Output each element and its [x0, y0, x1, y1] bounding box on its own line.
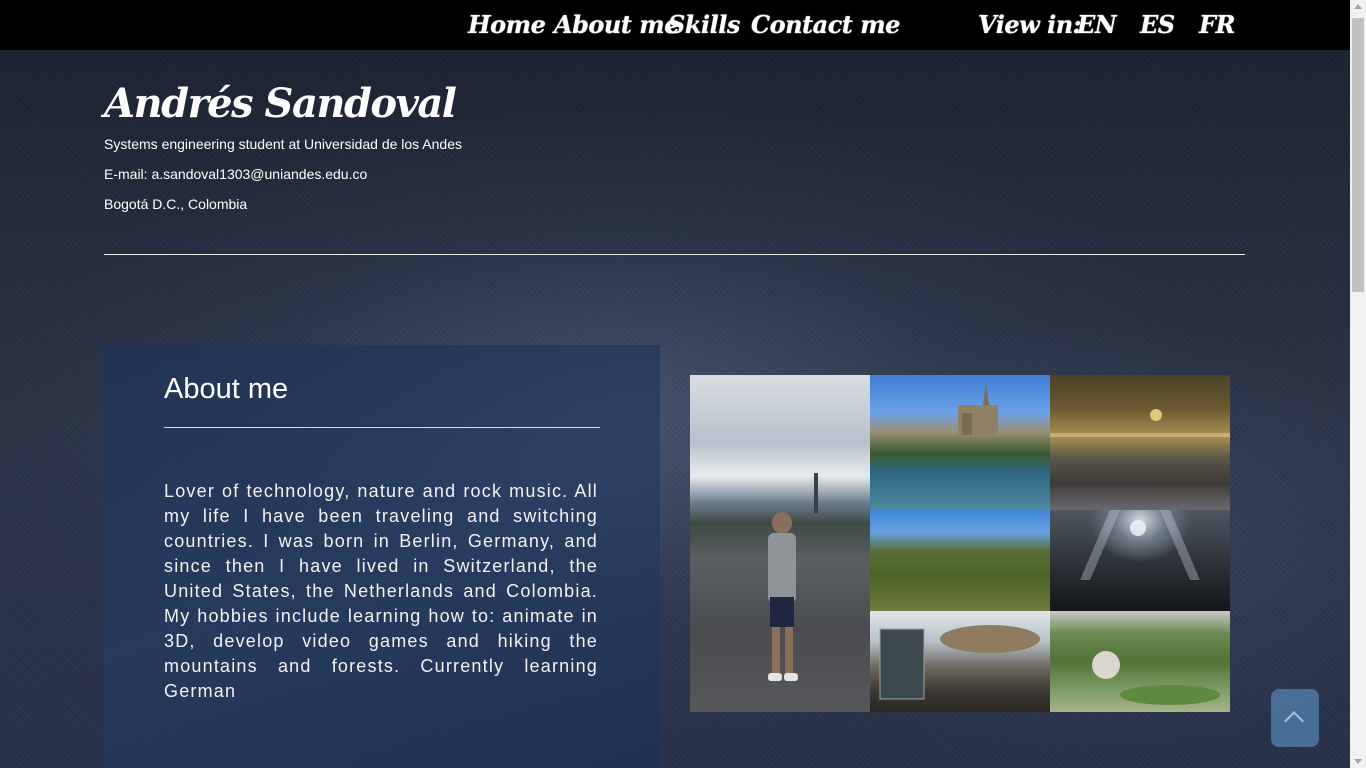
about-title: About me	[164, 373, 289, 405]
photo-river-cathedral	[870, 375, 1050, 510]
stage-lights	[1080, 510, 1200, 580]
photo-concert	[1050, 510, 1230, 611]
about-section: About me Lover of technology, nature and…	[104, 345, 660, 768]
back-to-top-button[interactable]	[1271, 689, 1319, 747]
page-scrollbar[interactable]	[1350, 0, 1366, 768]
nav-link-about[interactable]: About me	[554, 8, 679, 42]
profile-email: E-mail: a.sandoval1303@uniandes.edu.co	[104, 166, 368, 182]
profile-name: Andrés Sandoval	[104, 80, 457, 127]
station-clock	[1050, 409, 1230, 437]
profile-location: Bogotá D.C., Colombia	[104, 196, 248, 212]
about-divider	[164, 427, 600, 428]
about-text: Lover of technology, nature and rock mus…	[164, 481, 598, 701]
scroll-up-icon[interactable]	[1354, 4, 1362, 9]
photo-person-on-bridge	[690, 375, 870, 712]
glass-building-shape	[879, 625, 1040, 700]
photo-train-station	[1050, 375, 1230, 510]
person-figure	[768, 473, 818, 681]
language-es-link[interactable]: ES	[1140, 8, 1175, 42]
nav-link-skills[interactable]: Skills	[668, 8, 740, 42]
scroll-thumb[interactable]	[1352, 18, 1364, 292]
profile-role: Systems engineering student at Universid…	[104, 136, 462, 152]
nav-link-home[interactable]: Home	[468, 8, 546, 42]
chevron-up-icon	[1284, 711, 1304, 731]
view-in-label: View in:	[978, 10, 1082, 39]
top-navbar: Home About me Skills Contact me View in:…	[0, 0, 1350, 50]
scroll-down-icon[interactable]	[1354, 759, 1362, 764]
photo-garden	[1050, 611, 1230, 712]
header-divider	[104, 254, 1245, 255]
language-en-link[interactable]: EN	[1077, 8, 1117, 42]
garden-ornament	[1092, 651, 1220, 705]
photo-green-hills	[870, 510, 1050, 611]
cathedral-shape	[958, 383, 998, 435]
language-fr-link[interactable]: FR	[1199, 8, 1235, 42]
photo-glass-building	[870, 611, 1050, 712]
nav-link-contact[interactable]: Contact me	[751, 8, 900, 42]
